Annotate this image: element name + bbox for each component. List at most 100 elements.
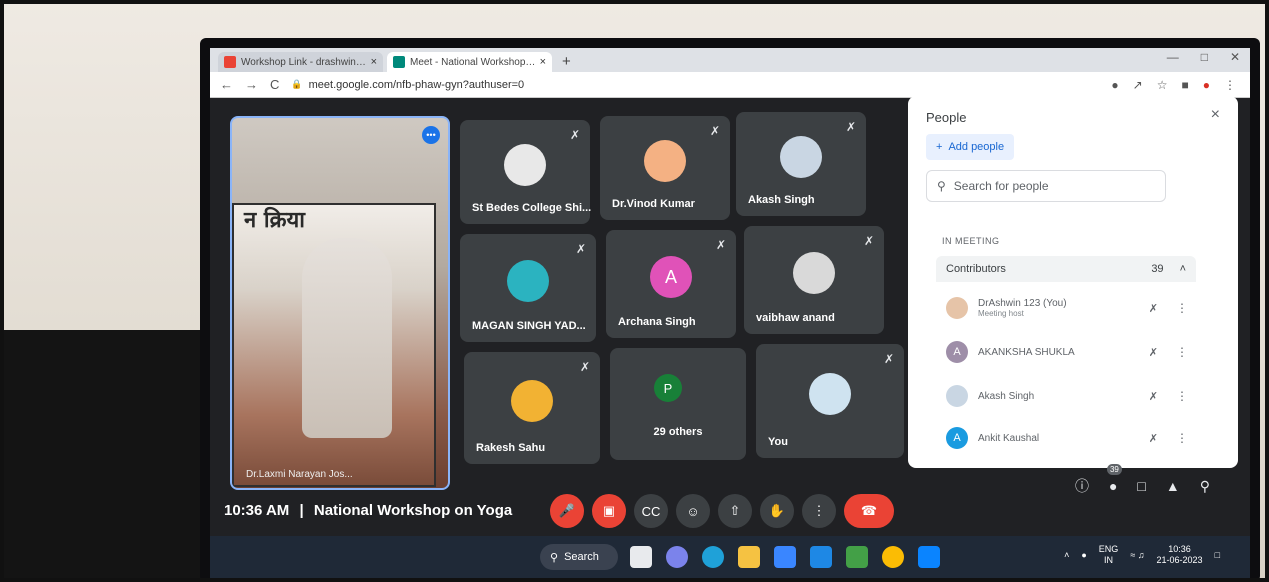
mic-toggle-button[interactable]: 🎤 [550,494,584,528]
more-options-icon[interactable]: ⋮ [1176,431,1188,445]
separator: | [299,502,304,519]
avatar: A [946,427,968,449]
avatar [507,260,549,302]
url-field[interactable]: meet.google.com/nfb-phaw-gyn?authuser=0 [309,79,525,91]
people-list-item[interactable]: A AKANKSHA SHUKLA ✗ ⋮ [936,332,1196,372]
avatar: A [650,256,692,298]
people-list-item[interactable]: DrAshwin 123 (You) Meeting host ✗ ⋮ [936,288,1196,328]
participant-tile[interactable]: ✗ Dr.Vinod Kumar [600,116,730,220]
tab-close-icon[interactable]: × [540,56,546,68]
people-count-badge: 39 [1106,464,1122,475]
wifi-volume-battery-icon[interactable]: ≈ ♫ [1130,550,1144,560]
contributors-section[interactable]: Contributors 39 ˄ [936,256,1196,282]
activities-icon[interactable]: ▲ [1166,478,1180,494]
tab-close-icon[interactable]: × [371,56,377,68]
lang-code: ENG [1098,544,1119,554]
minimize-icon[interactable]: — [1167,50,1179,64]
new-tab-button[interactable]: + [556,53,577,72]
participant-tile[interactable]: ✗ MAGAN SINGH YAD... [460,234,596,342]
more-options-icon[interactable]: ⋮ [1176,301,1188,315]
people-icon[interactable]: ● 39 [1106,464,1122,494]
host-controls-icon[interactable]: ⚲ [1200,478,1210,495]
people-list-item[interactable]: Akash Singh ✗ ⋮ [936,376,1196,416]
participant-name: Dr.Vinod Kumar [612,198,695,210]
taskbar-clock[interactable]: 10:36 21-06-2023 [1157,544,1203,566]
mail-icon[interactable] [810,546,832,568]
participant-name: vaibhaw anand [756,312,835,324]
store-icon[interactable] [774,546,796,568]
muted-mic-icon[interactable]: ✗ [1149,432,1158,445]
avatar [504,144,546,186]
participant-tile[interactable]: ✗ Akash Singh [736,112,866,216]
tab-meet[interactable]: Meet - National Workshop o... × [387,52,552,72]
chat-app-icon[interactable] [666,546,688,568]
more-options-button[interactable]: ⋮ [802,494,836,528]
participant-tile[interactable]: P 29 others [610,348,746,460]
app-blue-icon[interactable] [918,546,940,568]
star-icon[interactable]: ☆ [1157,78,1168,92]
close-panel-icon[interactable]: × [1211,106,1220,124]
edge-icon[interactable] [702,546,724,568]
avatar [793,252,835,294]
present-button[interactable]: ⇧ [718,494,752,528]
pinned-video-tile[interactable]: न क्रिया ••• Dr.Laxmi Narayan Jos... [230,116,450,490]
video-hindi-text: न क्रिया [244,208,305,233]
call-controls: 🎤 ▣ CC ☺ ⇧ ✋ ⋮ ☎ [550,494,894,528]
language-indicator[interactable]: ENG IN [1099,544,1119,566]
maximize-icon[interactable]: □ [1201,50,1208,64]
app-l-icon[interactable] [846,546,868,568]
muted-mic-icon: ✗ [569,128,580,142]
muted-mic-icon[interactable]: ✗ [1149,390,1158,403]
participant-tile[interactable]: ✗ St Bedes College Shi... [460,120,591,224]
sidepanel-icon[interactable]: ■ [1182,78,1189,92]
participant-name: You [768,436,788,448]
chevron-up-icon[interactable]: ˄ [1180,263,1186,275]
camera-icon[interactable]: ● [1111,78,1118,92]
participant-tile[interactable]: ✗ Rakesh Sahu [464,352,600,464]
gmail-icon [224,56,236,68]
profile-icon[interactable]: ● [1203,78,1210,92]
add-people-button[interactable]: + Add people [926,134,1015,160]
info-icon[interactable]: ⓘ [1075,476,1089,496]
search-people-input[interactable]: ⚲ Search for people [926,170,1166,202]
people-panel-title: People [926,110,967,125]
captions-button[interactable]: CC [634,494,668,528]
camera-toggle-button[interactable]: ▣ [592,494,626,528]
participant-name: Rakesh Sahu [476,442,546,454]
menu-icon[interactable]: ⋮ [1224,78,1236,92]
more-options-icon[interactable]: ⋮ [1176,389,1188,403]
location-icon: ● [1081,550,1087,560]
muted-mic-icon[interactable]: ✗ [1149,346,1158,359]
forward-button[interactable]: → [245,77,258,92]
notification-icon[interactable]: □ [1215,550,1220,560]
side-controls: ⓘ ● 39 □ ▲ ⚲ [1075,464,1210,496]
participant-tile[interactable]: ✗ vaibhaw anand [744,226,884,334]
participant-tile[interactable]: ✗ You [756,344,904,458]
muted-mic-icon: ✗ [863,234,874,248]
file-explorer-icon[interactable] [738,546,760,568]
more-options-icon[interactable]: ⋮ [1176,345,1188,359]
tab-workshop-link[interactable]: Workshop Link - drashwin263@... × [218,52,383,72]
muted-mic-icon: ✗ [845,120,856,134]
reload-button[interactable]: C [270,77,279,92]
chevron-up-icon[interactable]: ˄ [1064,550,1069,560]
people-list-item[interactable]: A Ankit Kaushal ✗ ⋮ [936,418,1196,458]
raise-hand-button[interactable]: ✋ [760,494,794,528]
address-bar-icons: ● ↗ ☆ ■ ● ⋮ [1111,78,1236,92]
person-name: Akash Singh [978,390,1035,402]
participant-name: Archana Singh [618,316,696,328]
task-view-icon[interactable] [630,546,652,568]
muted-mic-icon[interactable]: ✗ [1149,302,1158,315]
share-icon[interactable]: ↗ [1133,78,1143,92]
back-button[interactable]: ← [220,77,233,92]
emoji-button[interactable]: ☺ [676,494,710,528]
search-icon: ⚲ [550,551,559,564]
chrome-icon[interactable] [882,546,904,568]
chat-icon[interactable]: □ [1137,478,1145,494]
windows-taskbar: ⚲ Search ˄ ● ENG IN ≈ ♫ 10:36 21-06-2023… [210,536,1250,582]
leave-call-button[interactable]: ☎ [844,494,894,528]
taskbar-search[interactable]: ⚲ Search [540,544,618,570]
participant-tile[interactable]: ✗ A Archana Singh [606,230,736,338]
close-window-icon[interactable]: ✕ [1230,50,1240,64]
browser-tabbar: Workshop Link - drashwin263@... × Meet -… [210,48,1250,72]
